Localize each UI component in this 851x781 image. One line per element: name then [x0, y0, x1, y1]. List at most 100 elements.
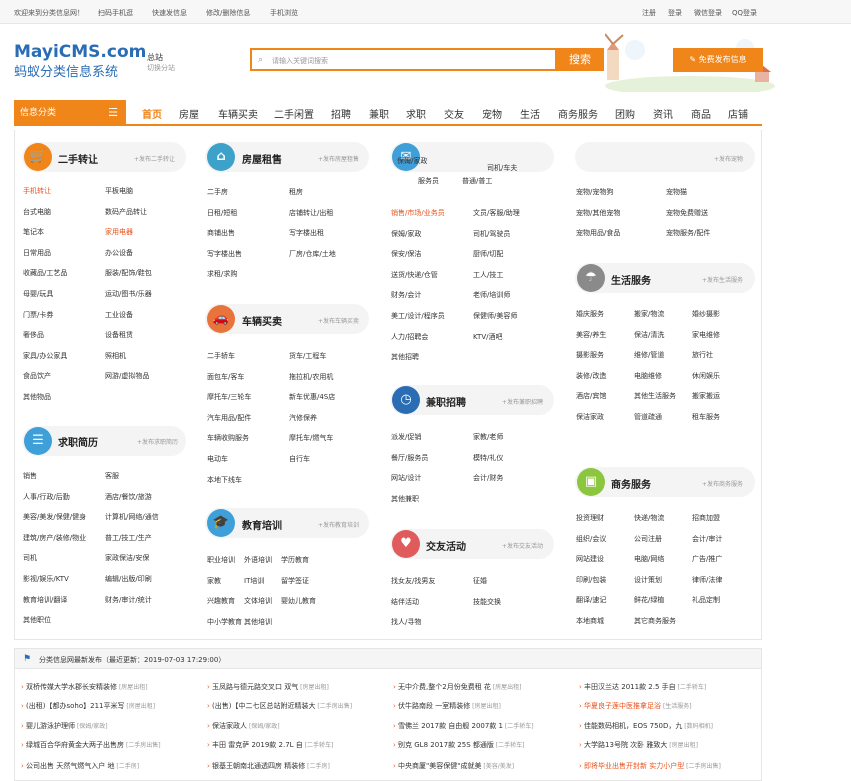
edit-delete-link[interactable]: 修改/删除信息 — [206, 8, 250, 18]
news-item[interactable]: › 无中介费,整个2月份免费租 花 [房屋出租] — [393, 682, 522, 692]
zhaopin-link[interactable]: 工人/技工 — [473, 270, 503, 280]
ershou-link[interactable]: 家用电器 — [105, 227, 133, 237]
nav-goods[interactable]: 商品 — [691, 106, 711, 121]
zhaopin-link[interactable]: 人力/招聘会 — [391, 332, 428, 342]
jiaoyu-link[interactable]: 外语培训 — [244, 555, 272, 565]
news-item[interactable]: › 丰田 雷克萨 2019款 2.7L 自 [二手轿车] — [207, 740, 333, 750]
fangwu-title[interactable]: 房屋租售 — [242, 151, 282, 166]
shangwu-link[interactable]: 电脑/网络 — [634, 554, 664, 564]
nav-dating[interactable]: 交友 — [444, 106, 464, 121]
zhaopin-link[interactable]: KTV/酒吧 — [473, 332, 502, 342]
mobile-scan-link[interactable]: 扫码手机逛 — [98, 8, 133, 18]
qiuzhi-link[interactable]: 客服 — [105, 471, 119, 481]
qiuzhi-link[interactable]: 影视/娱乐/KTV — [23, 574, 69, 584]
cheliang-link[interactable]: 面包车/客车 — [207, 372, 244, 382]
ershou-link[interactable]: 奢侈品 — [23, 330, 44, 340]
zhaopin-link[interactable]: 文员/客服/助理 — [473, 208, 520, 218]
logo-en[interactable]: MayiCMS.com — [14, 42, 146, 62]
shangwu-link[interactable]: 网站建设 — [576, 554, 604, 564]
ershou-link[interactable]: 手机转让 — [23, 186, 51, 196]
chongwu-link[interactable]: 宠物/其他宠物 — [576, 208, 620, 218]
qiuzhi-link[interactable]: 财务/审计/统计 — [105, 595, 152, 605]
shenghuo-link[interactable]: 搬家搬运 — [692, 391, 720, 401]
cheliang-title[interactable]: 车辆买卖 — [242, 313, 282, 328]
news-item[interactable]: › 银基王朝南北通透四房 精装修 [二手房] — [207, 761, 330, 771]
zhaopin-link[interactable]: 厨师/切配 — [473, 249, 503, 259]
news-item[interactable]: › 婴儿游泳护理师 [保姆/家政] — [21, 721, 108, 731]
zhaopin-header-link[interactable]: 服务员 — [418, 176, 439, 186]
nav-secondhand[interactable]: 二手闲置 — [274, 106, 314, 121]
cheliang-link[interactable]: 二手轿车 — [207, 351, 235, 361]
fangwu-link[interactable]: 日租/短租 — [207, 208, 237, 218]
jianzhi-post-link[interactable]: +发布兼职招聘 — [502, 397, 543, 406]
qiuzhi-link[interactable]: 建筑/房产/装修/物业 — [23, 533, 86, 543]
jiaoyou-link[interactable]: 找人/寻物 — [391, 617, 421, 627]
cheliang-link[interactable]: 电动车 — [207, 454, 228, 464]
shangwu-link[interactable]: 设计策划 — [634, 575, 662, 585]
shangwu-link[interactable]: 礼品定制 — [692, 595, 720, 605]
shangwu-link[interactable]: 快递/物流 — [634, 513, 664, 523]
category-menu-button[interactable]: 信息分类 ☰ — [14, 100, 126, 126]
news-item[interactable]: › (出售)【中二七区总站附近精装大 [二手房出售] — [207, 701, 352, 711]
shangwu-link[interactable]: 印刷/包装 — [576, 575, 606, 585]
jiaoyu-link[interactable]: 文体培训 — [244, 596, 272, 606]
nav-house[interactable]: 房屋 — [179, 106, 199, 121]
jianzhi-link[interactable]: 派发/促销 — [391, 432, 421, 442]
shenghuo-link[interactable]: 电脑维修 — [634, 371, 662, 381]
shenghuo-link[interactable]: 酒店/宾馆 — [576, 391, 606, 401]
ershou-link[interactable]: 运动/图书/乐器 — [105, 289, 152, 299]
chongwu-link[interactable]: 宠物服务/配件 — [666, 228, 710, 238]
qiuzhi-link[interactable]: 编辑/出版/印刷 — [105, 574, 152, 584]
shenghuo-link[interactable]: 管道疏通 — [634, 412, 662, 422]
shangwu-link[interactable]: 组织/会议 — [576, 534, 606, 544]
qiuzhi-link[interactable]: 计算机/网络/通信 — [105, 512, 159, 522]
jiaoyu-link[interactable]: 中小学教育 — [207, 617, 242, 627]
shenghuo-link[interactable]: 搬家/物流 — [634, 309, 664, 319]
jiaoyu-link[interactable]: IT培训 — [244, 576, 264, 586]
shangwu-link[interactable]: 广告/推广 — [692, 554, 722, 564]
shangwu-link[interactable]: 本地商城 — [576, 616, 604, 626]
nav-news[interactable]: 资讯 — [653, 106, 673, 121]
jiaoyou-link[interactable]: 找女友/找男友 — [391, 576, 435, 586]
ershou-post-link[interactable]: +发布二手转让 — [134, 154, 175, 163]
cheliang-link[interactable]: 汽车用品/配件 — [207, 413, 251, 423]
ershou-link[interactable]: 食品饮产 — [23, 371, 51, 381]
shenghuo-link[interactable]: 家电维修 — [692, 330, 720, 340]
mobile-browse-link[interactable]: 手机浏览 — [270, 8, 298, 18]
jiaoyu-link[interactable]: 学历教育 — [281, 555, 309, 565]
shenghuo-link[interactable]: 摄影服务 — [576, 350, 604, 360]
jiaoyu-link[interactable]: 职业培训 — [207, 555, 235, 565]
shenghuo-link[interactable]: 装修/改造 — [576, 371, 606, 381]
chongwu-post-link[interactable]: +发布宠物 — [714, 154, 743, 163]
news-item[interactable]: › 即将毕业出售开封新 实力小户型 [二手房出售] — [579, 761, 721, 771]
qiuzhi-link[interactable]: 普工/技工/生产 — [105, 533, 152, 543]
cheliang-post-link[interactable]: +发布车辆买卖 — [318, 316, 359, 325]
shangwu-link[interactable]: 招商加盟 — [692, 513, 720, 523]
cheliang-link[interactable]: 车辆收购服务 — [207, 433, 249, 443]
shenghuo-link[interactable]: 维修/管道 — [634, 350, 664, 360]
fangwu-link[interactable]: 求租/求购 — [207, 269, 237, 279]
news-item[interactable]: › 华夏良子莲中医推拿足浴 [生活服务] — [579, 701, 692, 711]
nav-cars[interactable]: 车辆买卖 — [218, 106, 258, 121]
ershou-link[interactable]: 笔记本 — [23, 227, 44, 237]
jianzhi-link[interactable]: 模特/礼仪 — [473, 453, 503, 463]
cheliang-link[interactable]: 汽修保养 — [289, 413, 317, 423]
fangwu-link[interactable]: 租房 — [289, 187, 303, 197]
qiuzhi-link[interactable]: 销售 — [23, 471, 37, 481]
qiuzhi-link[interactable]: 其他职位 — [23, 615, 51, 625]
shangwu-link[interactable]: 投资理财 — [576, 513, 604, 523]
fangwu-link[interactable]: 二手房 — [207, 187, 228, 197]
ershou-link[interactable]: 设备租赁 — [105, 330, 133, 340]
jianzhi-link[interactable]: 会计/财务 — [473, 473, 503, 483]
cheliang-link[interactable]: 货车/工程车 — [289, 351, 326, 361]
news-item[interactable]: › 中央商厦"美容保健"成就美 [美容/美发] — [393, 761, 514, 771]
cheliang-link[interactable]: 本地下线车 — [207, 475, 242, 485]
post-info-button[interactable]: ✎ 免费发布信息 — [673, 48, 763, 72]
fangwu-link[interactable]: 店铺转让/出租 — [289, 208, 333, 218]
ershou-link[interactable]: 收藏品/工艺品 — [23, 268, 67, 278]
cheliang-link[interactable]: 摩托车/燃气车 — [289, 433, 333, 443]
qiuzhi-link[interactable]: 教育培训/翻译 — [23, 595, 67, 605]
jiaoyu-link[interactable]: 婴幼儿教育 — [281, 596, 316, 606]
shenghuo-title[interactable]: 生活服务 — [611, 272, 651, 287]
cheliang-link[interactable]: 新车优惠/4S店 — [289, 392, 335, 402]
